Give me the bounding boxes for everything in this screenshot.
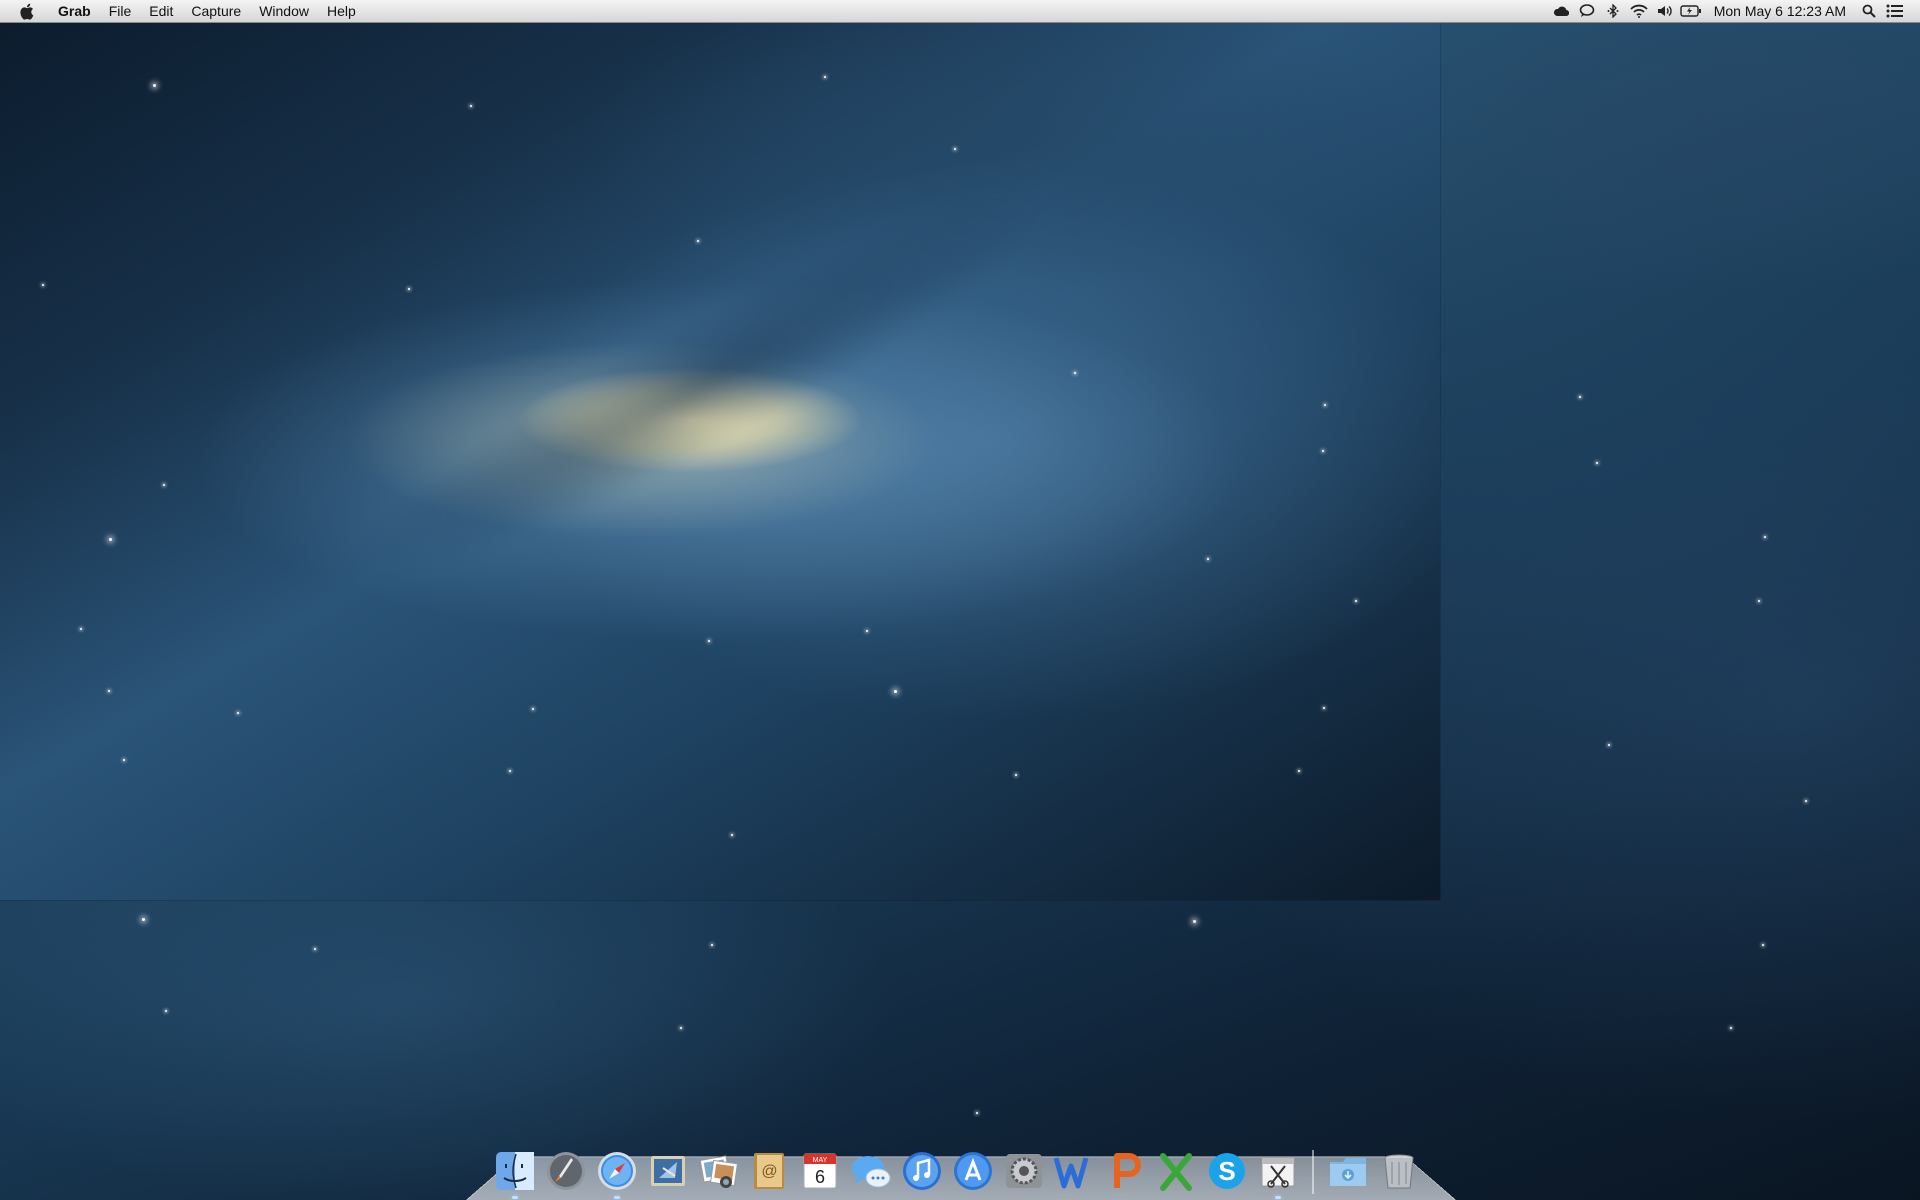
app-menu-grab[interactable]: Grab [49,0,100,22]
battery-icon[interactable] [1678,0,1704,22]
menu-window[interactable]: Window [250,0,318,22]
star [109,538,112,541]
star [894,690,897,693]
star [1322,450,1324,452]
spotlight-search-icon[interactable] [1856,0,1882,22]
star [237,712,239,714]
star [1355,600,1357,602]
star [80,628,82,630]
menu-bar: Grab File Edit Capture Window Help Mon M… [0,0,1920,23]
launchpad-icon[interactable] [543,1148,589,1194]
system-preferences-icon[interactable] [1001,1148,1047,1194]
star [711,944,713,946]
notification-center-icon[interactable] [1882,0,1908,22]
star [42,284,44,286]
star [697,240,699,242]
itunes-icon[interactable] [899,1148,945,1194]
star [123,759,125,761]
star [976,1112,978,1114]
star [708,640,710,642]
safari-icon[interactable] [594,1148,640,1199]
bluetooth-icon[interactable] [1600,0,1626,22]
star [1193,920,1196,923]
menu-help[interactable]: Help [318,0,365,22]
powerpoint-icon[interactable] [1103,1148,1149,1194]
star [509,770,511,772]
menu-clock[interactable]: Mon May 6 12:23 AM [1704,3,1856,19]
star [1324,404,1326,406]
star [163,484,165,486]
star [1762,944,1764,946]
star [680,1027,682,1029]
star [866,630,868,632]
menu-capture[interactable]: Capture [182,0,250,22]
star [1015,774,1017,776]
star [1596,462,1598,464]
svg-text:MAY: MAY [813,1157,828,1164]
trash-icon[interactable] [1376,1148,1422,1194]
star [108,690,110,692]
screenshot-window-image [0,20,1440,900]
dock-separator [1312,1150,1314,1194]
contacts-icon[interactable]: @ [746,1148,792,1194]
star [954,148,956,150]
cloud-icon[interactable] [1548,0,1574,22]
star [1805,800,1807,802]
messages-icon[interactable] [848,1148,894,1194]
svg-text:@: @ [762,1163,778,1180]
star [314,948,316,950]
star [1298,770,1300,772]
app-store-icon[interactable] [950,1148,996,1194]
apple-menu-icon[interactable] [17,2,35,20]
star [1207,558,1209,560]
excel-icon[interactable] [1153,1148,1199,1194]
star [824,76,826,78]
desktop-wallpaper [0,0,1920,1200]
star [532,708,534,710]
svg-text:S: S [1219,1156,1236,1186]
star [142,918,145,921]
photos-icon[interactable] [696,1148,742,1194]
grab-icon[interactable] [1255,1148,1301,1199]
star [1758,600,1760,602]
menu-bar-left: Grab File Edit Capture Window Help [0,0,365,22]
dock: @ MAY 6 S [492,1140,1422,1199]
star [1764,536,1766,538]
wifi-icon[interactable] [1626,0,1652,22]
menu-edit[interactable]: Edit [140,0,182,22]
star [1579,396,1581,398]
running-indicator [512,1196,518,1199]
star [1323,707,1325,709]
menu-bar-status: Mon May 6 12:23 AM [1548,0,1920,22]
volume-icon[interactable] [1652,0,1678,22]
svg-text:6: 6 [815,1167,825,1187]
running-indicator [1275,1196,1282,1199]
star [1730,1027,1732,1029]
star [1608,744,1610,746]
star [1074,372,1076,374]
running-indicator [613,1196,620,1199]
mail-icon[interactable] [645,1148,691,1194]
menu-file[interactable]: File [100,0,141,22]
star [165,1010,167,1012]
star [731,834,733,836]
skype-icon[interactable]: S [1204,1148,1250,1194]
word-icon[interactable] [1052,1148,1098,1194]
star [470,105,472,107]
finder-icon[interactable] [492,1148,538,1199]
calendar-icon[interactable]: MAY 6 [797,1148,843,1194]
star [408,288,410,290]
chat-bubble-icon[interactable] [1574,0,1600,22]
galaxy-dust-band [316,139,1084,631]
downloads-folder-icon[interactable] [1325,1148,1371,1194]
star [153,84,156,87]
